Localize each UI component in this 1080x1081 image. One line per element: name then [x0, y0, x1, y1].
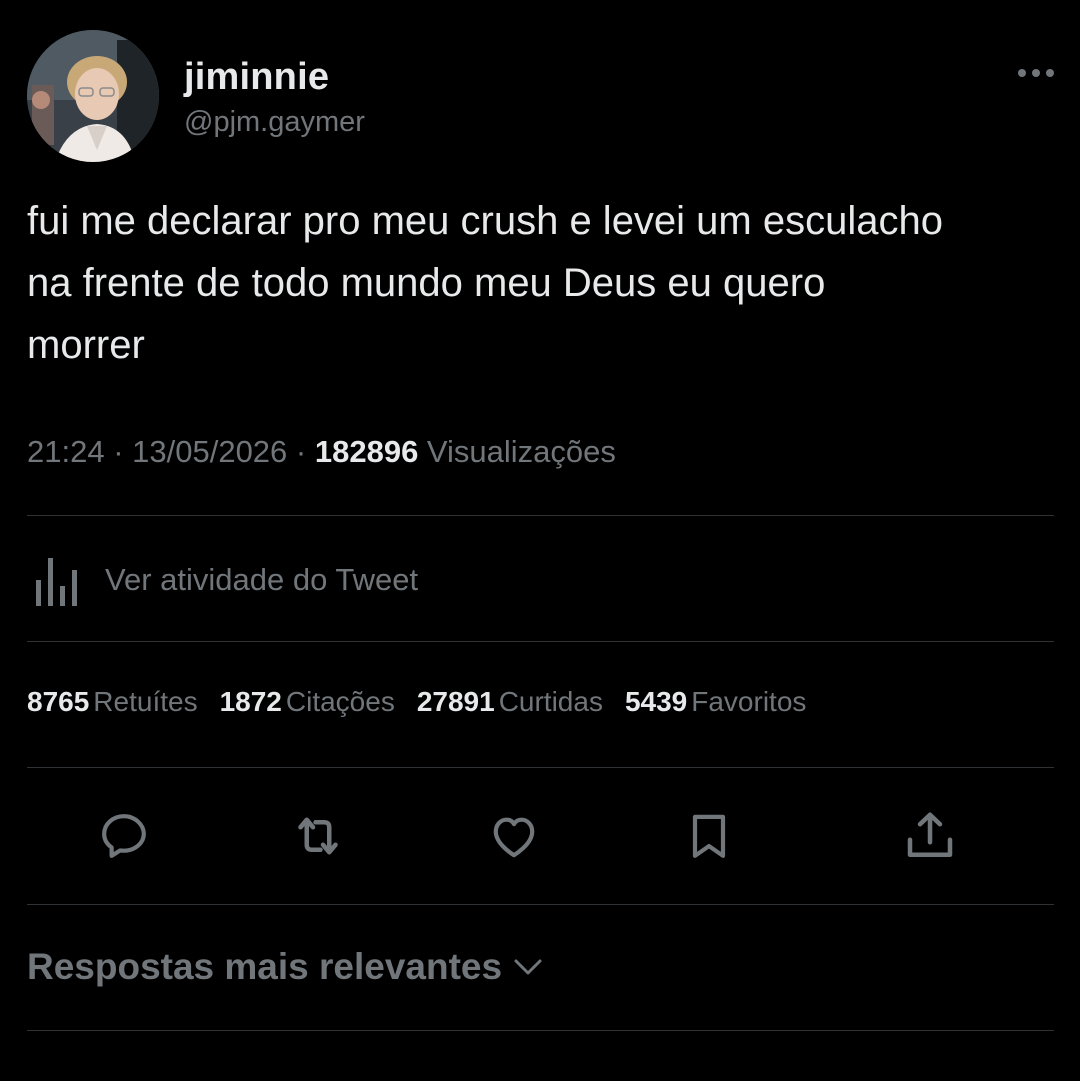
tweet-text: fui me declarar pro meu crush e levei um…: [27, 199, 943, 367]
heart-icon: [493, 817, 535, 858]
divider: [27, 641, 1054, 642]
tweet-activity-link[interactable]: Ver atividade do Tweet: [27, 548, 418, 612]
tweet-date[interactable]: 13/05/2026: [132, 434, 287, 469]
stat-label: Favoritos: [691, 686, 807, 717]
reply-icon: [102, 814, 146, 858]
user-handle[interactable]: @pjm.gaymer: [184, 106, 365, 139]
stat-label: Retuítes: [93, 686, 198, 717]
stat-count: 27891: [416, 686, 495, 717]
display-name[interactable]: jiminnie: [184, 56, 329, 99]
analytics-icon: [36, 558, 77, 606]
stat-label: Citações: [285, 686, 395, 717]
divider: [27, 767, 1054, 768]
share-button[interactable]: [900, 806, 960, 866]
stat-retweets[interactable]: 8765 Retuítes: [27, 686, 198, 718]
stat-quotes[interactable]: 1872 Citações: [220, 686, 395, 718]
stat-label: Curtidas: [498, 686, 603, 717]
tweet-time[interactable]: 21:24: [27, 434, 105, 469]
bookmark-button[interactable]: [679, 806, 739, 866]
views-count: 182896: [314, 434, 419, 469]
stat-count: 8765: [27, 686, 90, 717]
retweet-button[interactable]: [288, 806, 348, 866]
bookmark-icon: [692, 814, 726, 858]
tweet-detail: jiminnie @pjm.gaymer fui me declarar pro…: [0, 0, 1080, 1081]
retweet-icon: [298, 817, 338, 855]
views-label: Visualizações: [418, 434, 616, 469]
share-icon: [907, 812, 953, 857]
meta-separator: ·: [287, 434, 315, 469]
replies-sort-button[interactable]: Respostas mais relevantes: [27, 946, 544, 988]
meta-separator: ·: [104, 434, 133, 469]
divider: [27, 515, 1054, 516]
like-button[interactable]: [484, 806, 544, 866]
tweet-activity-label: Ver atividade do Tweet: [105, 562, 419, 597]
divider: [27, 904, 1054, 905]
more-dots-icon: [1018, 69, 1054, 77]
engagement-stats: 8765 Retuítes 1872 Citações 27891 Curtidas …: [27, 686, 828, 718]
divider: [27, 1030, 1054, 1031]
avatar[interactable]: [27, 30, 159, 162]
replies-sort-label: Respostas mais relevantes: [27, 946, 503, 987]
tweet-meta: 21:24 · 13/05/2026 · 182896 Visualizaçõe…: [27, 434, 616, 470]
reply-button[interactable]: [94, 806, 154, 866]
avatar-photo: [27, 30, 159, 162]
stat-likes[interactable]: 27891 Curtidas: [417, 686, 603, 718]
stat-bookmarks[interactable]: 5439 Favoritos: [625, 686, 806, 718]
more-options-button[interactable]: [1010, 58, 1062, 88]
chevron-down-icon: [514, 959, 542, 975]
stat-count: 5439: [624, 686, 688, 717]
stat-count: 1872: [219, 686, 282, 717]
